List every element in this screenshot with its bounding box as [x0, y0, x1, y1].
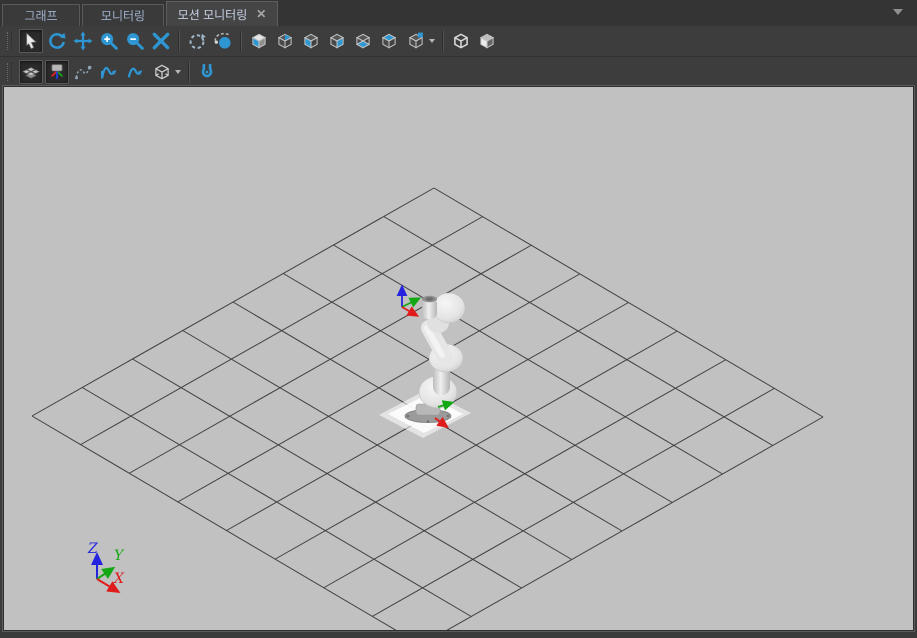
show-bounding-box-button[interactable]: [149, 60, 183, 84]
solid-cube-icon: [477, 31, 497, 51]
pan-icon: [73, 31, 93, 51]
view-isometric-button[interactable]: [247, 29, 271, 53]
tab-monitoring-label: 모니터링: [101, 7, 145, 24]
world-y-axis: [97, 569, 112, 579]
view-right-cube-icon: [327, 31, 347, 51]
floor-plane-icon: [21, 62, 41, 82]
toolbar-separator: [178, 31, 180, 51]
path-points-icon: [73, 62, 93, 82]
zoom-out-icon: [125, 31, 145, 51]
view-custom-dropdown-button[interactable]: [403, 29, 437, 53]
view-bottom-button[interactable]: [351, 29, 375, 53]
view-toolbar: [0, 26, 917, 56]
view-top-cube-icon: [379, 31, 399, 51]
chevron-down-icon: [175, 70, 181, 74]
show-floor-button[interactable]: [19, 60, 43, 84]
robot-wrist-joint: [433, 293, 465, 323]
free-rotate-icon: [187, 31, 207, 51]
show-path-points-button[interactable]: [71, 60, 95, 84]
motion-profile-alt-icon: [125, 62, 145, 82]
tab-graph[interactable]: 그래프: [2, 4, 80, 26]
close-tab-icon[interactable]: ✕: [256, 8, 266, 20]
tab-graph-label: 그래프: [24, 7, 57, 24]
zoom-extents-icon: [151, 31, 171, 51]
tab-overflow-chevron-down-icon[interactable]: [893, 9, 903, 15]
motion-monitoring-window: { "tabs": [ {"label": "그래프"}, {"label": …: [0, 0, 917, 638]
view-top-button[interactable]: [377, 29, 401, 53]
orbit-view-button[interactable]: [211, 29, 235, 53]
view-isometric-cube-icon: [249, 31, 269, 51]
rotate-view-button[interactable]: [45, 29, 69, 53]
display-wireframe-button[interactable]: [449, 29, 473, 53]
tab-motion-monitoring[interactable]: 모션 모니터링 ✕: [166, 1, 278, 26]
view-left-button[interactable]: [299, 29, 323, 53]
view-bottom-cube-icon: [353, 31, 373, 51]
tab-bar: 그래프 모니터링 모션 모니터링 ✕: [0, 0, 917, 26]
motion-profile-alt-button[interactable]: [123, 60, 147, 84]
toolbar-separator: [442, 31, 444, 51]
rotate-icon: [47, 31, 67, 51]
zoom-out-button[interactable]: [123, 29, 147, 53]
3d-viewport[interactable]: Z Y X: [3, 86, 914, 631]
world-x-label: X: [113, 571, 125, 587]
view-rear-top-cube-icon: [275, 31, 295, 51]
view-left-cube-icon: [301, 31, 321, 51]
orbit-icon: [213, 31, 233, 51]
zoom-in-button[interactable]: [97, 29, 121, 53]
view-rear-top-button[interactable]: [273, 29, 297, 53]
view-custom-cube-icon: [406, 31, 426, 51]
motion-toolbar: [0, 56, 917, 86]
tab-monitoring[interactable]: 모니터링: [82, 4, 164, 26]
cursor-icon: [21, 31, 41, 51]
toolbar-grip-handle[interactable]: [7, 32, 12, 50]
scene-canvas[interactable]: Z Y X: [4, 87, 913, 630]
display-solid-button[interactable]: [475, 29, 499, 53]
zoom-in-icon: [99, 31, 119, 51]
select-cursor-button[interactable]: [19, 29, 43, 53]
motion-profile-icon: [99, 62, 119, 82]
show-world-frame-button[interactable]: [45, 60, 69, 84]
wireframe-cube-icon: [451, 31, 471, 51]
show-tool-frame-button[interactable]: [195, 60, 219, 84]
motion-profile-button[interactable]: [97, 60, 121, 84]
world-y-label: Y: [114, 548, 125, 564]
frame-axes-icon: [47, 62, 67, 82]
world-z-label: Z: [87, 541, 98, 557]
view-right-button[interactable]: [325, 29, 349, 53]
free-rotate-button[interactable]: [185, 29, 209, 53]
bounding-box-cube-icon: [152, 62, 172, 82]
chevron-down-icon: [429, 39, 435, 43]
tab-motion-monitoring-label: 모션 모니터링: [178, 6, 248, 23]
toolbar-separator: [188, 62, 190, 82]
pan-view-button[interactable]: [71, 29, 95, 53]
toolbar-grip-handle[interactable]: [7, 63, 12, 81]
zoom-extents-button[interactable]: [149, 29, 173, 53]
tool-gripper-icon: [197, 62, 217, 82]
toolbar-separator: [240, 31, 242, 51]
